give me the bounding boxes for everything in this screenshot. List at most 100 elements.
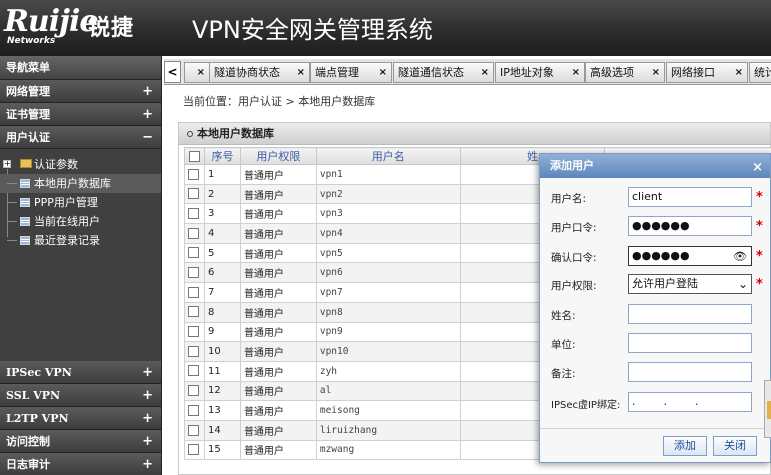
ipsec-ip-field[interactable]: ... — [628, 392, 752, 412]
menu-ssl-vpn[interactable]: SSL VPN + — [0, 384, 161, 407]
row-checkbox[interactable] — [188, 286, 199, 298]
cell-username: vpn1 — [315, 164, 461, 185]
expand-icon: + — [142, 84, 153, 99]
select-all-checkbox[interactable] — [188, 151, 200, 162]
row-checkbox[interactable] — [188, 267, 199, 279]
tab-tunnel-negotiation[interactable]: 隧道协商状态 × — [209, 62, 310, 83]
row-checkbox-cell[interactable] — [184, 380, 205, 402]
tree-item-label: 本地用户数据库 — [34, 177, 111, 190]
menu-l2tp-vpn[interactable]: L2TP VPN + — [0, 407, 161, 430]
close-icon[interactable]: × — [379, 63, 387, 82]
add-button[interactable]: 添加 — [663, 436, 707, 456]
menu-log-audit[interactable]: 日志审计 + — [0, 453, 161, 475]
tab-advanced-options[interactable]: 高级选项 × — [585, 62, 665, 83]
tree-item-local-user-db[interactable]: 本地用户数据库 — [0, 174, 161, 193]
username-field[interactable]: client — [628, 187, 752, 207]
row-checkbox[interactable] — [188, 424, 199, 436]
close-icon[interactable]: × — [481, 63, 489, 82]
row-checkbox-cell[interactable] — [184, 400, 205, 421]
plus-box-icon[interactable]: + — [3, 160, 11, 168]
note-field[interactable] — [628, 362, 752, 382]
confirm-password-field[interactable]: ●●●●●● 👁 — [628, 246, 752, 266]
menu-user-auth-label: 用户认证 — [6, 131, 50, 144]
col-header-username[interactable]: 用户名 — [315, 147, 461, 165]
table-icon — [20, 236, 30, 245]
menu-ipsec-vpn[interactable]: IPSec VPN + — [0, 361, 161, 384]
field-row-fullname: 姓名: — [540, 304, 771, 326]
row-checkbox[interactable] — [188, 444, 199, 456]
side-handle[interactable] — [764, 380, 771, 438]
expand-icon: + — [142, 434, 153, 449]
row-checkbox-cell[interactable] — [184, 321, 205, 343]
unit-field[interactable] — [628, 333, 752, 353]
tree-item-auth-params[interactable]: + 认证参数 — [0, 155, 161, 174]
tab-endpoint-management[interactable]: 端点管理 × — [310, 62, 392, 83]
tab-tunnel-communication[interactable]: 隧道通信状态 × — [393, 62, 494, 83]
tab-scroll-left-button[interactable]: < — [164, 61, 181, 83]
cell-permission: 普通用户 — [239, 183, 317, 205]
row-checkbox-cell[interactable] — [184, 183, 205, 205]
close-icon[interactable]: × — [652, 63, 660, 82]
row-checkbox[interactable] — [188, 247, 199, 259]
password-field[interactable]: ●●●●●● — [628, 216, 752, 236]
menu-access-control[interactable]: 访问控制 + — [0, 430, 161, 453]
tab-statistics[interactable]: 统计 — [749, 62, 771, 83]
select-all-header[interactable] — [184, 147, 205, 165]
row-checkbox-cell[interactable] — [184, 223, 205, 244]
menu-certificate[interactable]: 证书管理 + — [0, 103, 161, 126]
tab-network-interface[interactable]: 网络接口 × — [666, 62, 748, 83]
row-checkbox[interactable] — [188, 345, 199, 357]
tree-item-online-users[interactable]: 当前在线用户 — [0, 212, 161, 231]
row-checkbox[interactable] — [188, 306, 199, 318]
close-icon[interactable]: × — [752, 156, 763, 180]
row-checkbox[interactable] — [188, 385, 199, 397]
eye-icon[interactable]: 👁 — [733, 248, 747, 266]
menu-network[interactable]: 网络管理 + — [0, 80, 161, 103]
close-icon[interactable]: × — [572, 63, 580, 82]
row-checkbox-cell[interactable] — [184, 164, 205, 185]
permission-select[interactable]: 允许用户登陆 ⌄ — [628, 274, 752, 294]
table-icon — [20, 179, 30, 188]
tree-item-ppp-users[interactable]: PPP用户管理 — [0, 193, 161, 212]
cell-username: zyh — [315, 360, 461, 382]
confirm-password-value: ●●●●●● — [632, 249, 690, 262]
user-auth-tree: + 认证参数 本地用户数据库 PPP用户管理 当前在线用户 最近登录记录 — [0, 149, 161, 361]
row-checkbox-cell[interactable] — [184, 419, 205, 441]
cell-no: 9 — [203, 321, 241, 343]
row-checkbox-cell[interactable] — [184, 282, 205, 303]
row-checkbox-cell[interactable] — [184, 262, 205, 284]
fullname-field[interactable] — [628, 304, 752, 324]
logo-brand-cn: 锐捷 — [88, 16, 135, 41]
row-checkbox[interactable] — [188, 168, 199, 180]
row-checkbox[interactable] — [188, 188, 199, 200]
col-header-no[interactable]: 序号 — [203, 147, 241, 165]
row-checkbox[interactable] — [188, 404, 199, 416]
close-icon[interactable]: × — [735, 63, 743, 82]
row-checkbox-cell[interactable] — [184, 203, 205, 225]
close-icon[interactable]: × — [297, 63, 305, 82]
row-checkbox-cell[interactable] — [184, 439, 205, 461]
cell-no: 14 — [203, 419, 241, 441]
logo-brand: Ruijie — [4, 4, 98, 39]
sidebar-title-label: 导航菜单 — [6, 61, 50, 74]
unit-label: 单位: — [551, 339, 576, 351]
row-checkbox[interactable] — [188, 207, 199, 219]
panel-title: 本地用户数据库 — [197, 127, 274, 140]
tree-item-recent-logins[interactable]: 最近登录记录 — [0, 231, 161, 250]
close-button[interactable]: 关闭 — [713, 436, 757, 456]
row-checkbox-cell[interactable] — [184, 242, 205, 264]
tab-partial[interactable]: × — [184, 62, 210, 83]
col-header-permission[interactable]: 用户权限 — [239, 147, 317, 165]
menu-user-auth[interactable]: 用户认证 − — [0, 126, 161, 149]
row-checkbox-cell[interactable] — [184, 360, 205, 382]
row-checkbox-cell[interactable] — [184, 341, 205, 362]
menu-l2tp-label: L2TP VPN — [6, 412, 69, 425]
row-checkbox[interactable] — [188, 227, 199, 239]
expand-icon: + — [142, 107, 153, 122]
tab-ip-address-object[interactable]: IP地址对象 × — [495, 62, 585, 83]
close-icon[interactable]: × — [197, 63, 205, 82]
row-checkbox[interactable] — [188, 365, 199, 377]
row-checkbox[interactable] — [188, 326, 199, 338]
row-checkbox-cell[interactable] — [184, 301, 205, 323]
chevron-down-icon: ⌄ — [737, 277, 748, 291]
